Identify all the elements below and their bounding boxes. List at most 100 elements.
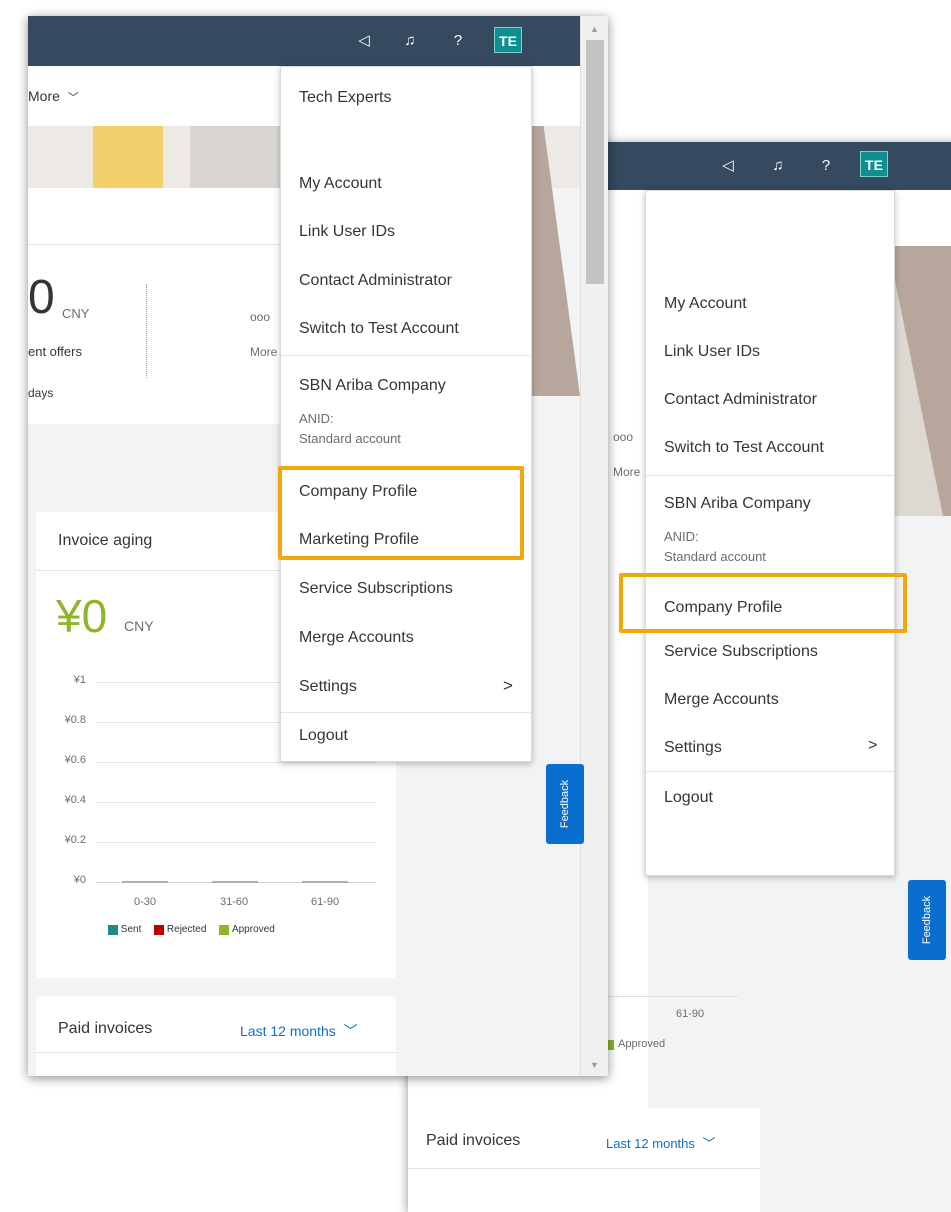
user-menu: Tech Experts My Account Link User IDs Co… (280, 66, 532, 762)
menu-user-name: Tech Experts (299, 89, 392, 106)
menu-company-name: SBN Ariba Company (299, 377, 446, 394)
summary-label: ent offers (28, 344, 82, 359)
paid-invoices-period-label: Last 12 months (240, 1023, 336, 1039)
menu-my-account[interactable]: My Account (299, 175, 382, 193)
back-menu-service-subscriptions[interactable]: Service Subscriptions (664, 643, 818, 661)
legend-sent-swatch (108, 924, 118, 935)
invoice-aging-title: Invoice aging (58, 532, 153, 549)
back-feedback-label: Feedback (921, 895, 933, 945)
summary-currency: CNY (62, 306, 90, 321)
paid-invoices-card: Paid invoices Last 12 months ﹀ (36, 996, 396, 1076)
menu-settings[interactable]: Settings (299, 678, 357, 696)
back-menu-link-user-ids[interactable]: Link User IDs (664, 343, 760, 361)
scroll-thumb[interactable] (586, 40, 604, 284)
bell-icon[interactable]: ♫ (400, 31, 420, 51)
help-icon[interactable]: ? (448, 31, 468, 51)
toolbar-more-label: More (28, 88, 60, 104)
front-shell-header: ◁ ♫ ? TE (28, 16, 580, 66)
back-more-label: More (613, 465, 641, 479)
back-period-label: Last 12 months (606, 1136, 695, 1151)
scroll-up-arrow-icon[interactable]: ▲ (590, 24, 599, 34)
summary-sublabel: days (28, 386, 54, 400)
chevron-down-icon: ﹀ (702, 1136, 716, 1151)
paid-invoices-period[interactable]: Last 12 months ﹀ (240, 1021, 358, 1041)
back-menu-contact-admin[interactable]: Contact Administrator (664, 391, 817, 409)
menu-divider-2 (281, 712, 531, 713)
menu-account-type: Standard account (299, 431, 401, 446)
invoice-aging-currency: CNY (124, 618, 154, 634)
legend-approved-swatch (219, 924, 230, 935)
back-feedback-button[interactable]: Feedback (908, 880, 946, 960)
back-user-menu: My Account Link User IDs Contact Adminis… (645, 190, 895, 876)
company-marketing-highlight (278, 466, 524, 560)
front-avatar[interactable]: TE (494, 27, 522, 53)
invoice-aging-amount: ¥0 (56, 590, 108, 642)
paid-invoices-title: Paid invoices (58, 1020, 153, 1037)
back-legend-approved-label: Approved (618, 1038, 666, 1050)
y-tick-1: ¥1 (73, 674, 86, 686)
feedback-label: Feedback (559, 779, 571, 829)
back-more-dots: ooo (613, 430, 634, 444)
menu-contact-admin[interactable]: Contact Administrator (299, 272, 452, 290)
legend-rejected-swatch (154, 924, 165, 935)
chart-legend: Sent Rejected Approved (108, 924, 275, 935)
y-tick-0-8: ¥0.8 (64, 714, 86, 726)
summary-more-dots: ooo (250, 310, 271, 324)
x-tick-61-90: 61-90 (311, 896, 340, 908)
back-menu-divider-1 (646, 475, 894, 476)
back-menu-my-account[interactable]: My Account (664, 295, 747, 313)
banner-grey-block (190, 126, 280, 188)
back-paid-invoices-period[interactable]: Last 12 months ﹀ (606, 1133, 716, 1152)
back-xtick-61-90: 61-90 (676, 1008, 705, 1020)
megaphone-icon[interactable]: ◁ (354, 31, 374, 51)
y-tick-0-6: ¥0.6 (64, 754, 86, 766)
menu-logout[interactable]: Logout (299, 727, 348, 745)
bell-icon[interactable]: ♫ (768, 156, 788, 176)
legend-rejected-label: Rejected (166, 924, 207, 935)
megaphone-icon[interactable]: ◁ (718, 156, 738, 176)
back-menu-switch-test[interactable]: Switch to Test Account (664, 439, 824, 457)
menu-service-subscriptions[interactable]: Service Subscriptions (299, 580, 453, 598)
legend-sent-label: Sent (120, 924, 142, 935)
back-menu-divider-2 (646, 771, 894, 772)
menu-switch-test[interactable]: Switch to Test Account (299, 320, 459, 338)
chevron-right-icon: > (503, 676, 513, 695)
back-menu-settings[interactable]: Settings (664, 739, 722, 757)
bar-31-60[interactable] (212, 881, 258, 883)
back-menu-logout[interactable]: Logout (664, 789, 713, 807)
menu-divider-1 (281, 355, 531, 356)
back-legend-approved-swatch (608, 1040, 614, 1050)
summary-dotted-divider (146, 284, 147, 378)
bar-0-30[interactable] (122, 881, 168, 883)
menu-link-user-ids[interactable]: Link User IDs (299, 223, 395, 241)
chevron-right-icon: > (868, 737, 878, 754)
chevron-down-icon: ﹀ (343, 1023, 358, 1039)
banner-yellow-block (93, 126, 163, 188)
gridline-0-4 (96, 802, 376, 803)
chevron-down-icon: ﹀ (67, 92, 79, 104)
summary-more-label[interactable]: More (250, 345, 277, 359)
x-tick-31-60: 31-60 (220, 896, 249, 908)
feedback-button[interactable]: Feedback (546, 764, 584, 844)
menu-merge-accounts[interactable]: Merge Accounts (299, 629, 414, 647)
back-paid-invoices-card: Paid invoices Last 12 months ﹀ (408, 1108, 760, 1212)
back-company-profile-highlight (619, 573, 907, 633)
help-icon[interactable]: ? (816, 156, 836, 176)
paid-invoices-divider (36, 1052, 396, 1053)
back-avatar[interactable]: TE (860, 151, 888, 177)
menu-anid: ANID: (299, 411, 334, 426)
x-tick-0-30: 0-30 (134, 896, 157, 908)
back-menu-merge-accounts[interactable]: Merge Accounts (664, 691, 779, 709)
summary-big-value: 0 (28, 271, 55, 324)
bar-61-90[interactable] (302, 881, 348, 883)
back-paid-invoices-title: Paid invoices (426, 1132, 521, 1149)
toolbar-more-menu[interactable]: More ﹀ (28, 88, 79, 105)
scroll-down-arrow-icon[interactable]: ▼ (590, 1060, 599, 1070)
back-menu-anid: ANID: (664, 529, 699, 544)
gridline-0-6 (96, 762, 376, 763)
legend-approved-label: Approved (231, 924, 275, 935)
scrollbar[interactable]: ▲ ▼ (580, 16, 608, 1076)
y-tick-0: ¥0 (73, 874, 86, 886)
y-tick-0-2: ¥0.2 (64, 834, 86, 846)
y-tick-0-4: ¥0.4 (64, 794, 86, 806)
